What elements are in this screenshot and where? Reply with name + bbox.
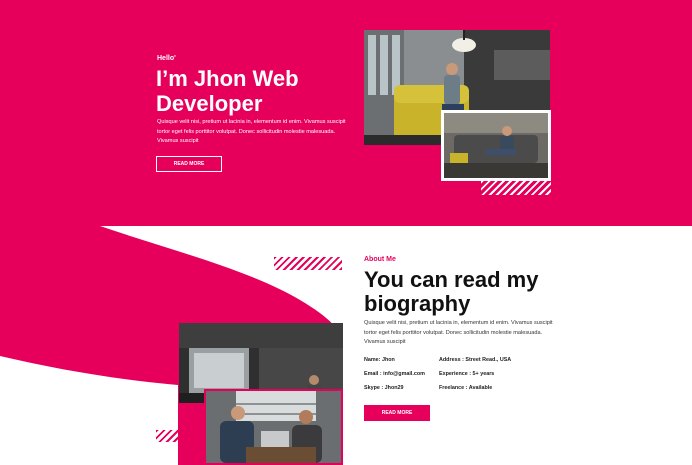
- hero-description: Quisque velit nisi, pretium ut lacinia i…: [157, 119, 346, 145]
- page: Hello' I’m Jhon Web Developer Quisque ve…: [0, 0, 692, 465]
- about-meeting-photo: [204, 389, 343, 465]
- info-name: Name: Jhon: [364, 357, 395, 363]
- about-label: About Me: [364, 256, 396, 263]
- hero-stripes-decoration: [481, 181, 551, 195]
- info-freelance: Freelance : Available: [439, 385, 493, 391]
- hero-title: I’m Jhon Web Developer: [156, 66, 299, 116]
- hero-greeting: Hello': [157, 55, 176, 62]
- info-email: Email : info@gmail.com: [364, 371, 425, 377]
- info-skype: Skype : Jhon29: [364, 385, 404, 391]
- hero-read-more-button[interactable]: READ MORE: [156, 156, 222, 172]
- about-read-more-button[interactable]: READ MORE: [364, 405, 430, 421]
- info-address: Address : Street Read., USA: [439, 357, 512, 363]
- info-experience: Experience : 5+ years: [439, 371, 495, 377]
- about-stripes-decoration: [274, 257, 342, 270]
- about-description: Quisque velit nisi, pretium ut lacinia i…: [364, 320, 553, 346]
- about-title: You can read my biography: [364, 267, 539, 316]
- hero-lounge-photo: [441, 110, 551, 181]
- about-stripes-decoration-bottom: [156, 430, 204, 442]
